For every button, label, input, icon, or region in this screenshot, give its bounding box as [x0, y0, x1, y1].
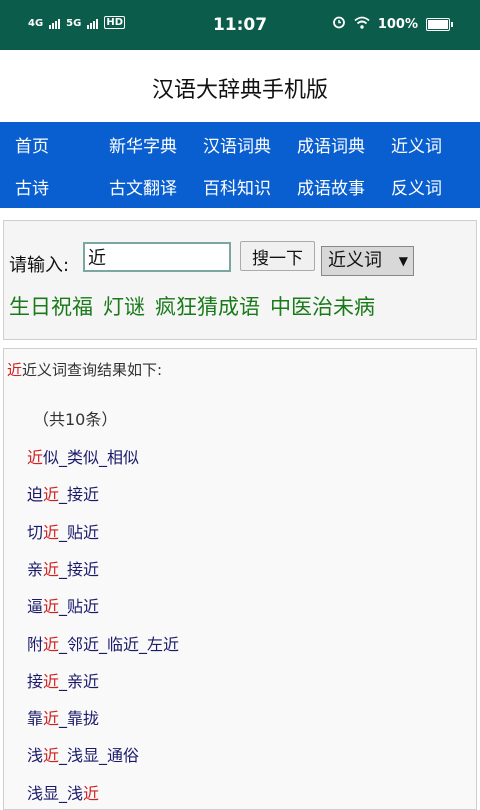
- result-text: 靠: [27, 709, 44, 729]
- quick-link-riddles[interactable]: 灯谜: [103, 291, 145, 321]
- result-text: _亲近: [59, 671, 100, 691]
- result-keyword: 近: [43, 634, 60, 654]
- result-keyword: 近: [27, 448, 44, 467]
- result-text: _邻近_临近_左近: [59, 634, 180, 654]
- result-item[interactable]: 迫近_接近: [27, 481, 99, 505]
- nav-item-idiom-dictionary[interactable]: 成语词典: [297, 132, 365, 157]
- result-text: 亲: [27, 559, 44, 579]
- result-item[interactable]: 亲近_接近: [27, 556, 99, 580]
- battery-icon: [426, 17, 453, 31]
- nav-item-xinhua-dictionary[interactable]: 新华字典: [109, 132, 177, 157]
- nav-item-idiom-stories[interactable]: 成语故事: [297, 174, 365, 199]
- result-text: _贴近: [59, 597, 100, 617]
- result-text: 附: [27, 634, 44, 654]
- quick-link-idiom-game[interactable]: 疯狂猜成语: [155, 291, 260, 321]
- result-header: 近近义词查询结果如下:: [7, 359, 162, 380]
- result-text: _贴近: [59, 522, 100, 542]
- search-label: 请输入:: [9, 255, 70, 276]
- search-type-select[interactable]: 近义词 ▼: [321, 246, 414, 276]
- result-keyword: 近: [43, 709, 60, 729]
- result-text: 接: [27, 671, 44, 691]
- result-text: _接近: [59, 559, 100, 579]
- result-keyword: 近: [43, 746, 60, 766]
- result-text: 浅: [27, 746, 44, 766]
- nav-item-chinese-dictionary[interactable]: 汉语词典: [203, 132, 271, 157]
- result-count: （共10条）: [33, 410, 118, 429]
- search-panel: 请输入: 搜一下 近义词 ▼ 生日祝福 灯谜 疯狂猜成语 中医治未病: [3, 220, 477, 340]
- result-keyword: 近: [43, 671, 60, 691]
- wifi-icon: [354, 16, 370, 33]
- result-text: 迫: [27, 485, 44, 505]
- nav-item-antonyms[interactable]: 反义词: [391, 174, 442, 199]
- result-item[interactable]: 切近_贴近: [27, 519, 99, 543]
- result-header-text: 近义词查询结果如下:: [22, 361, 163, 379]
- search-button[interactable]: 搜一下: [240, 241, 315, 271]
- quick-link-tcm[interactable]: 中医治未病: [270, 291, 375, 321]
- result-text: _接近: [59, 485, 100, 505]
- result-text: 切: [27, 522, 44, 542]
- page-title: 汉语大辞典手机版: [151, 78, 328, 103]
- result-item[interactable]: 逼近_贴近: [27, 593, 99, 617]
- result-text: _靠拢: [59, 709, 100, 729]
- nav-item-classical-translation[interactable]: 古文翻译: [109, 174, 177, 199]
- quick-link-birthday-wishes[interactable]: 生日祝福: [9, 291, 93, 321]
- dropdown-arrow-icon: ▼: [398, 254, 408, 268]
- result-text: 似_类似_相似: [43, 448, 140, 467]
- result-item[interactable]: 靠近_靠拢: [27, 705, 99, 729]
- nav-item-ancient-poems[interactable]: 古诗: [15, 174, 49, 199]
- result-item[interactable]: 近似_类似_相似: [27, 444, 139, 468]
- status-bar: 4G 5G HD 11:07 100%: [0, 0, 480, 50]
- quick-links: 生日祝福 灯谜 疯狂猜成语 中医治未病: [9, 291, 375, 321]
- battery-percent: 100%: [377, 16, 418, 32]
- search-type-value: 近义词: [328, 250, 382, 271]
- alarm-clock-icon: [332, 15, 346, 33]
- result-item[interactable]: 浅近_浅显_通俗: [27, 742, 139, 766]
- main-nav: 首页 新华字典 汉语词典 成语词典 近义词 古诗 古文翻译 百科知识 成语故事 …: [0, 122, 480, 208]
- status-icons: 100%: [332, 15, 453, 33]
- result-item[interactable]: 浅显_浅近: [27, 780, 99, 804]
- result-keyword: 近: [43, 485, 60, 505]
- nav-item-home[interactable]: 首页: [15, 132, 49, 157]
- query-word: 近: [7, 361, 23, 379]
- result-item[interactable]: 附近_邻近_临近_左近: [27, 631, 179, 655]
- result-item[interactable]: 接近_亲近: [27, 668, 99, 692]
- app-header: 汉语大辞典手机版: [0, 50, 480, 122]
- search-input[interactable]: [83, 242, 231, 272]
- results-panel: 近近义词查询结果如下: （共10条） 近似_类似_相似 迫近_接近 切近_贴近 亲近_…: [3, 348, 477, 810]
- result-keyword: 近: [43, 522, 60, 542]
- result-keyword: 近: [43, 597, 60, 617]
- result-text: _浅显_通俗: [59, 746, 140, 766]
- result-keyword: 近: [43, 559, 60, 579]
- nav-item-synonyms[interactable]: 近义词: [391, 132, 442, 157]
- nav-item-encyclopedia[interactable]: 百科知识: [203, 174, 271, 199]
- result-text: 逼: [27, 597, 44, 617]
